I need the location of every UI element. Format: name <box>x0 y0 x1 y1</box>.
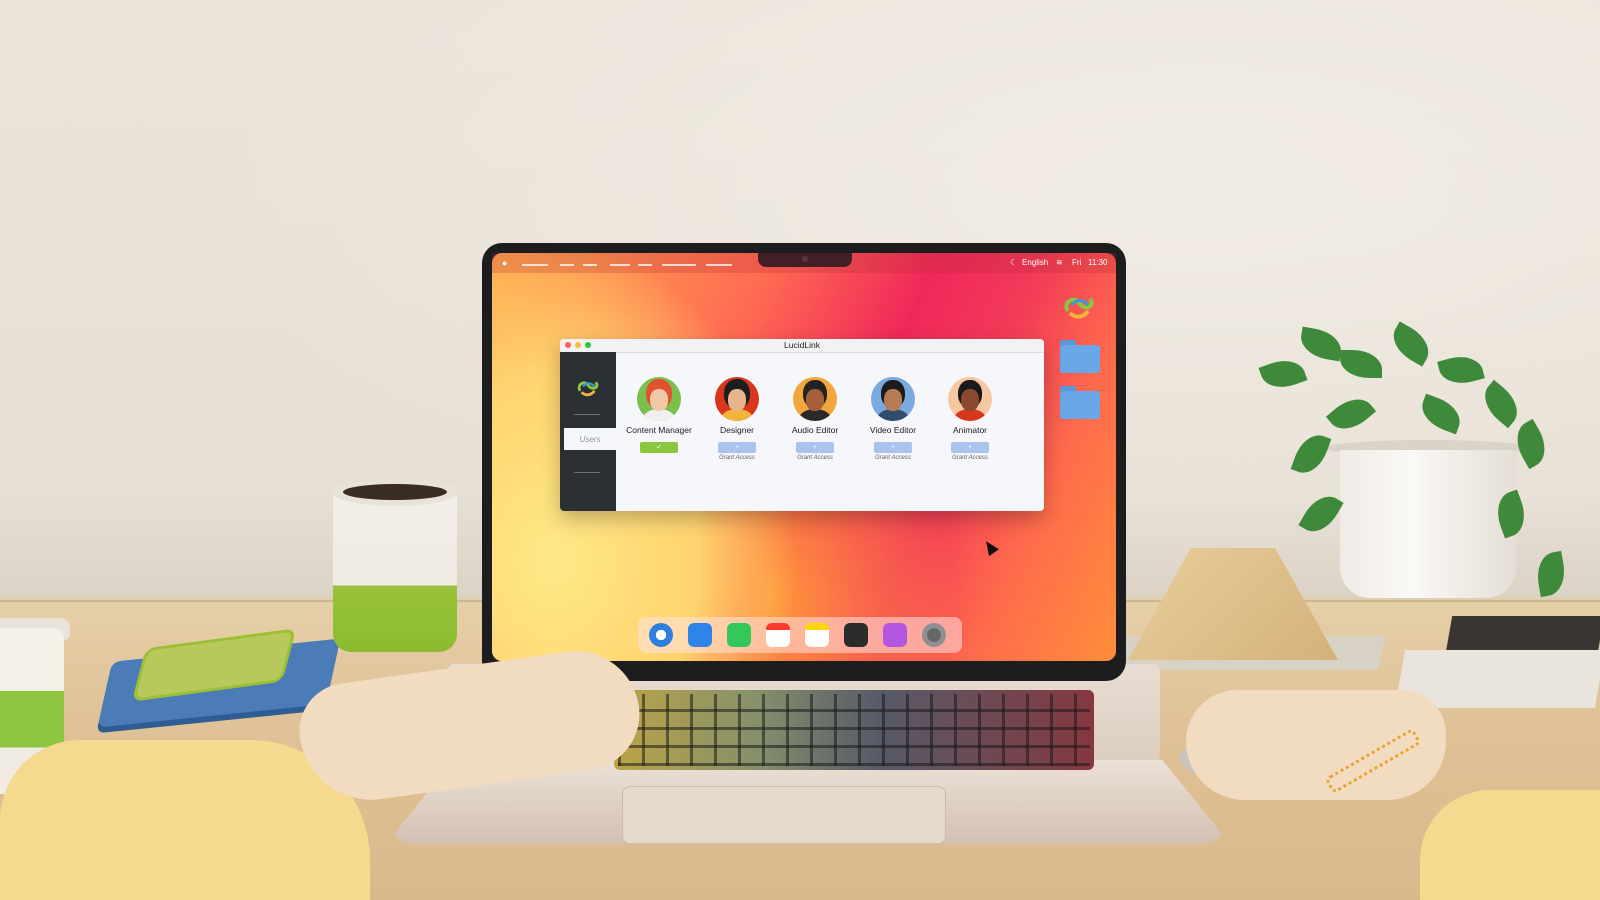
user-role: Content Manager <box>626 425 692 435</box>
lucidlink-desktop-icon[interactable] <box>1062 293 1096 321</box>
settings-icon[interactable] <box>922 623 946 647</box>
podcasts-icon[interactable] <box>883 623 907 647</box>
mug-coffee <box>343 484 447 500</box>
window-title: LucidLink <box>784 340 820 350</box>
sidebar-item-placeholder[interactable] <box>574 472 600 473</box>
plant-pot <box>1340 450 1516 598</box>
calendar-icon[interactable] <box>766 623 790 647</box>
avatar <box>637 377 681 421</box>
menu-item-placeholder[interactable] <box>583 264 597 266</box>
keyboard-keys <box>618 694 1090 766</box>
grant-caption: Grant Access <box>875 455 911 461</box>
menubar-day: Fri <box>1072 258 1082 267</box>
avatar <box>948 377 992 421</box>
user-card-content-manager: Content Manager ✓ <box>619 377 699 455</box>
menu-item-placeholder[interactable] <box>522 264 548 266</box>
menubar-time[interactable]: 11:30 <box>1088 258 1107 267</box>
user-role: Animator <box>952 425 987 435</box>
user-card-designer: Designer + Grant Access <box>697 377 777 461</box>
sidebar-item-placeholder[interactable] <box>574 414 600 415</box>
menu-item-placeholder[interactable] <box>662 264 696 266</box>
lucidlink-logo-icon <box>577 381 599 397</box>
avatar <box>793 377 837 421</box>
safari-icon[interactable] <box>649 623 673 647</box>
dock <box>638 617 962 653</box>
terminal-icon[interactable] <box>844 623 868 647</box>
user-card-audio-editor: Audio Editor + Grant Access <box>775 377 855 461</box>
avatar <box>715 377 759 421</box>
sidebar: Users <box>560 352 616 511</box>
user-role: Audio Editor <box>791 425 839 435</box>
sidebar-item-users[interactable]: Users <box>564 428 616 450</box>
grant-caption: Grant Access <box>952 455 988 461</box>
grant-caption: Grant Access <box>797 455 833 461</box>
menu-item-placeholder[interactable] <box>706 264 732 266</box>
lucidlink-window: LucidLink Users Content Manager ✓ Design… <box>560 339 1044 511</box>
menu-item-placeholder[interactable] <box>610 264 630 266</box>
mail-icon[interactable] <box>688 623 712 647</box>
user-card-animator: Animator + Grant Access <box>930 377 1010 461</box>
grant-access-button[interactable]: + <box>951 442 989 453</box>
grant-access-button[interactable]: + <box>796 442 834 453</box>
grant-access-button[interactable]: + <box>718 442 756 453</box>
user-card-video-editor: Video Editor + Grant Access <box>853 377 933 461</box>
moon-icon[interactable]: ☾ <box>1010 258 1017 267</box>
trackpad <box>622 786 946 844</box>
language-indicator[interactable]: English <box>1022 258 1048 267</box>
mug <box>333 486 457 652</box>
folder-icon[interactable] <box>1060 340 1100 373</box>
notes-icon[interactable] <box>805 623 829 647</box>
facetime-icon[interactable] <box>727 623 751 647</box>
wifi-icon[interactable]: ≋ <box>1056 258 1063 267</box>
user-role: Video Editor <box>869 425 917 435</box>
right-sleeve <box>1420 790 1600 900</box>
grant-access-button[interactable]: + <box>874 442 912 453</box>
grant-caption: Grant Access <box>719 455 755 461</box>
avatar <box>871 377 915 421</box>
apple-menu-icon[interactable]: ● <box>502 258 507 268</box>
access-granted-button[interactable]: ✓ <box>640 442 678 453</box>
menu-item-placeholder[interactable] <box>638 264 652 266</box>
folder-icon[interactable] <box>1060 386 1100 419</box>
user-role: Designer <box>719 425 755 435</box>
menu-item-placeholder[interactable] <box>560 264 574 266</box>
